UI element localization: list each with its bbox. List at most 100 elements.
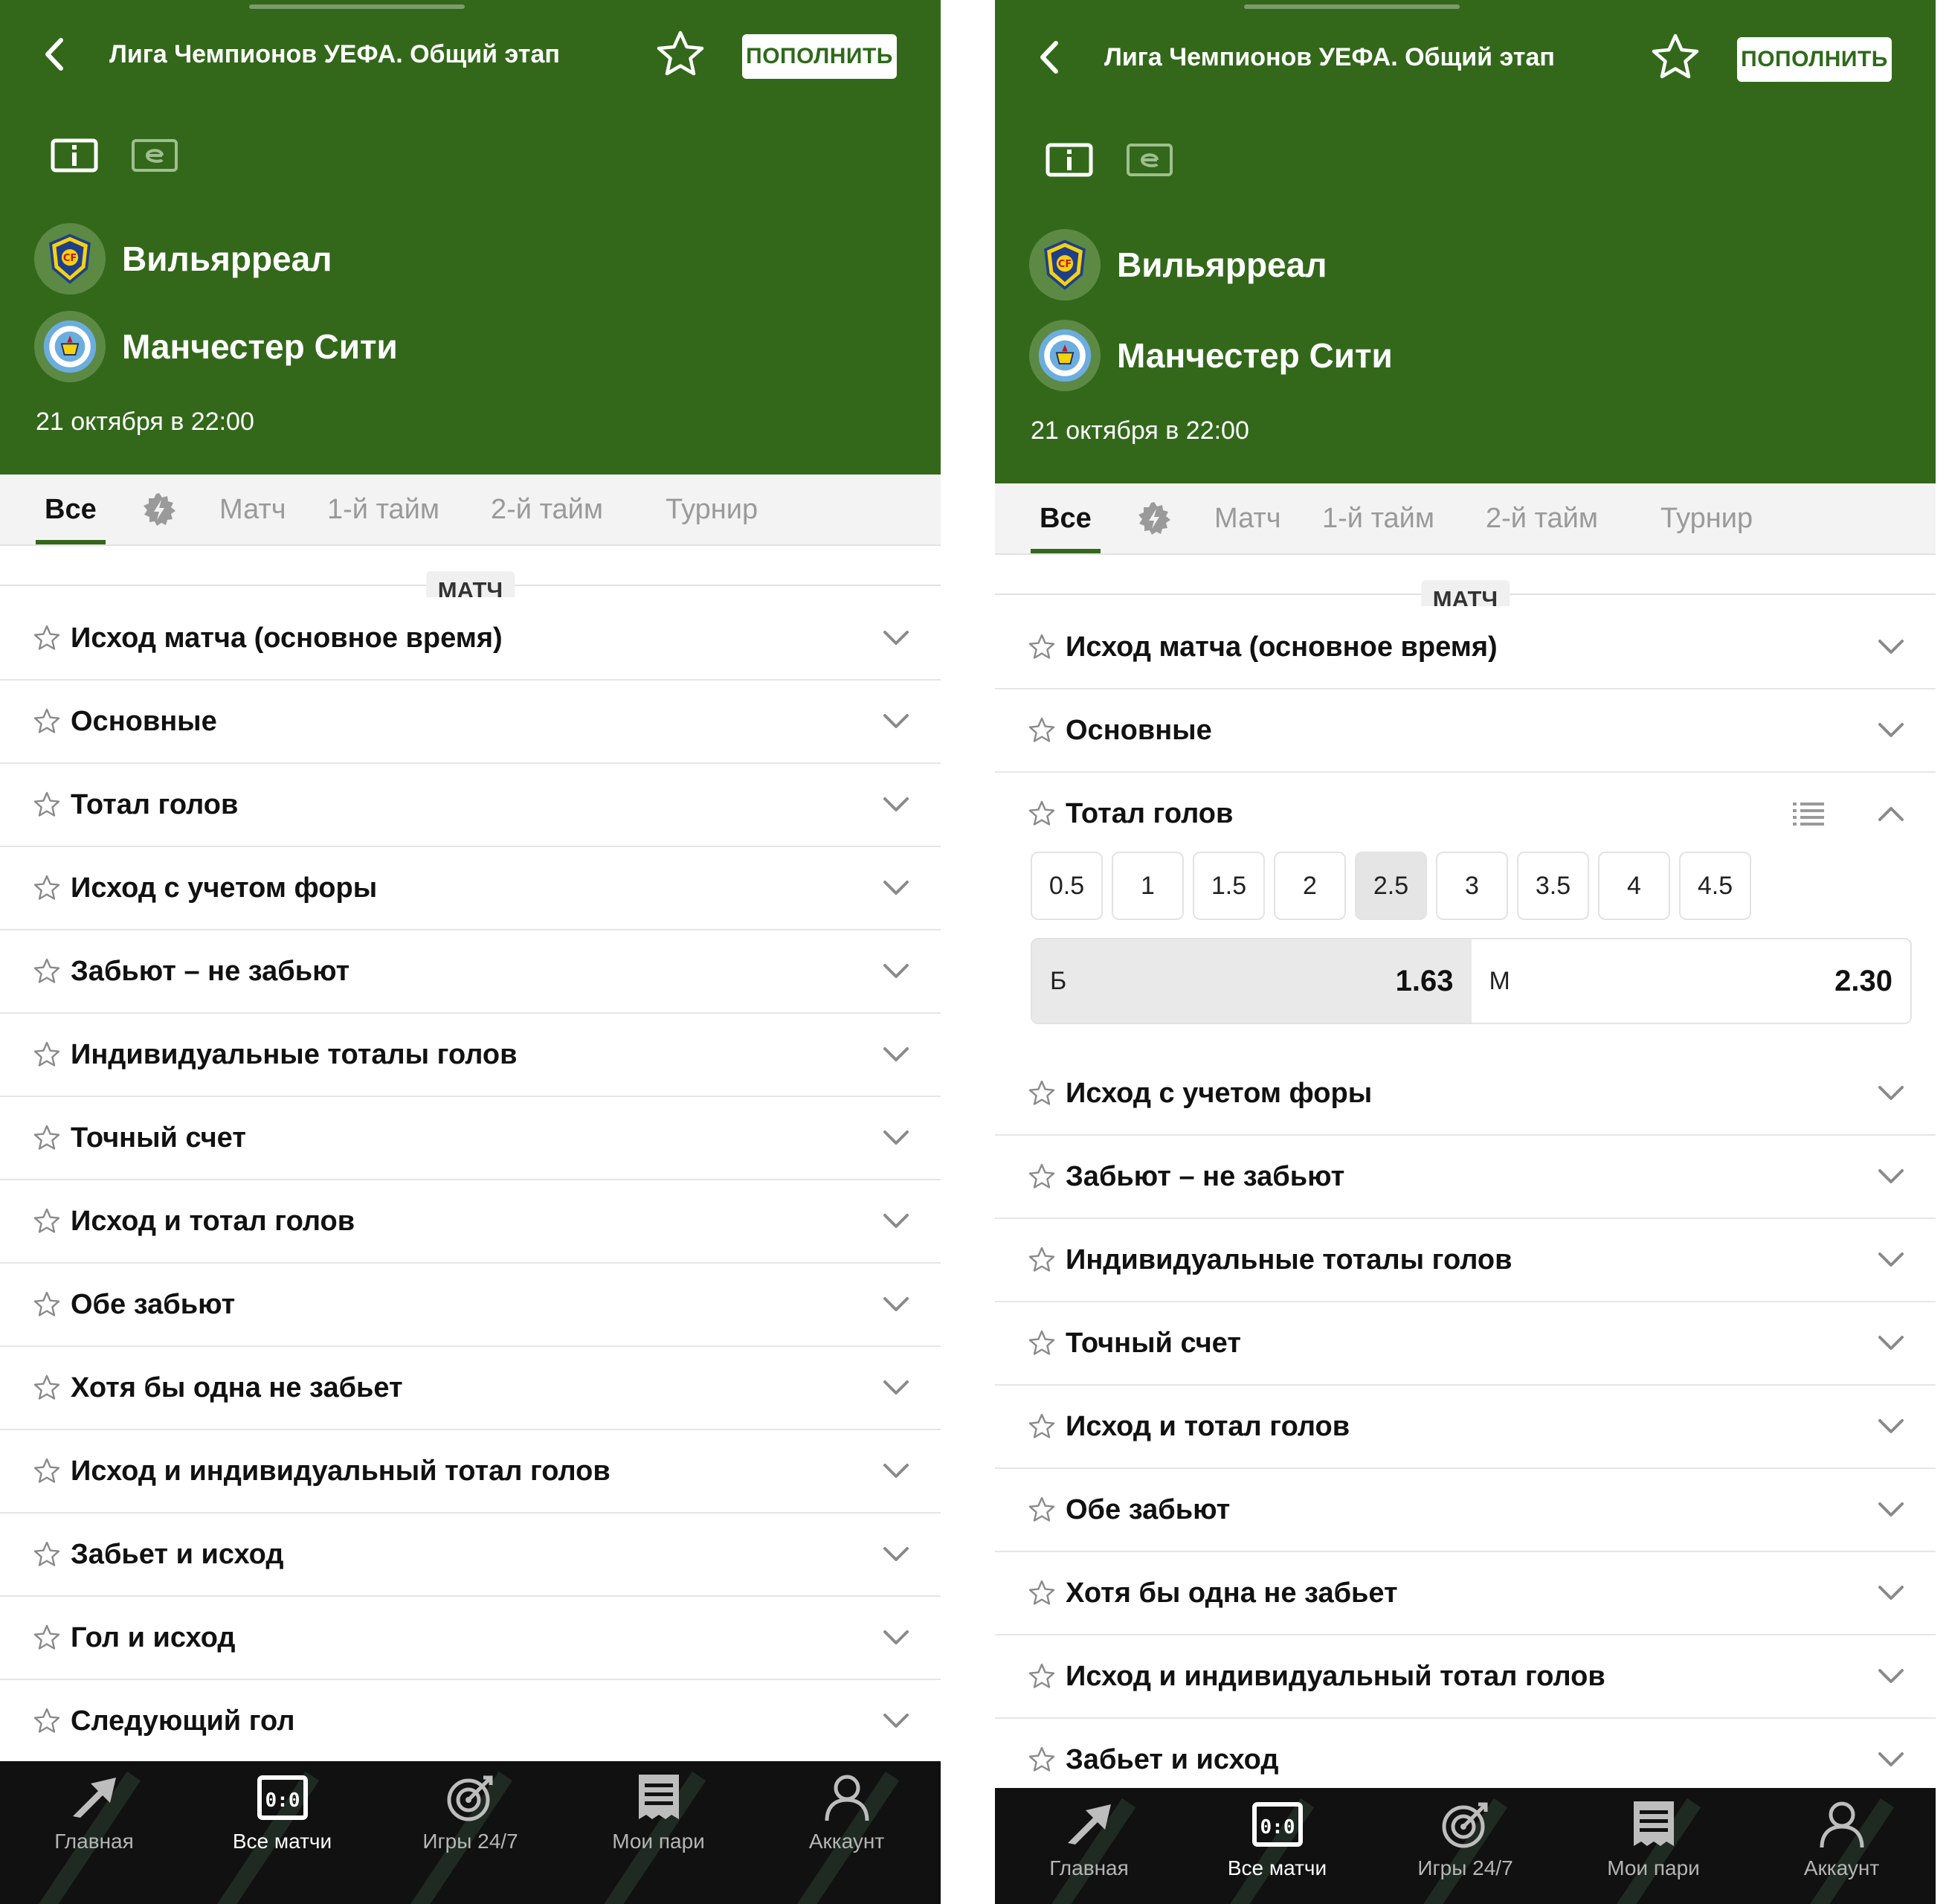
market-row[interactable]: Исход матча (основное время) [995,606,1936,690]
total-line-button[interactable]: 1 [1112,852,1184,920]
market-favorite-star-icon[interactable] [33,1540,61,1569]
market-row[interactable]: Тотал голов [995,773,1936,855]
market-favorite-star-icon[interactable] [1028,1579,1056,1607]
chevron-down-icon[interactable] [881,1711,911,1731]
chevron-down-icon[interactable] [881,1128,911,1148]
market-row[interactable]: Забьет и исход [0,1514,941,1598]
market-favorite-star-icon[interactable] [33,957,61,985]
tab-match[interactable]: Матч [219,475,286,544]
tab-match[interactable]: Матч [1214,483,1281,553]
market-favorite-star-icon[interactable] [1028,1746,1056,1774]
market-favorite-star-icon[interactable] [1028,1662,1056,1691]
nav-my-bets[interactable]: Мои пари [1559,1788,1747,1904]
chevron-up-icon[interactable] [1876,804,1906,823]
market-favorite-star-icon[interactable] [33,1290,61,1319]
nav-home[interactable]: Главная [995,1788,1183,1904]
market-row[interactable]: Индивидуальные тоталы голов [995,1219,1936,1303]
video-icon[interactable] [131,138,178,173]
market-row[interactable]: Тотал голов [0,764,941,848]
tab-first-half[interactable]: 1-й тайм [327,475,439,544]
total-line-button[interactable]: 0.5 [1031,852,1103,920]
market-favorite-star-icon[interactable] [33,1457,61,1485]
back-icon[interactable] [39,36,71,73]
sheet-grabber[interactable] [1244,4,1460,9]
chevron-down-icon[interactable] [1876,1250,1906,1270]
market-row[interactable]: Исход матча (основное время) [0,597,941,681]
sheet-grabber[interactable] [249,4,465,9]
market-row[interactable]: Обе забьют [0,1264,941,1348]
market-favorite-star-icon[interactable] [33,1124,61,1152]
market-favorite-star-icon[interactable] [1028,633,1056,661]
market-row[interactable]: Точный счет [995,1302,1936,1386]
tab-all[interactable]: Все [1031,483,1101,553]
favorite-star-icon[interactable] [1649,31,1701,83]
market-favorite-star-icon[interactable] [1028,1079,1056,1107]
over-odds-button[interactable]: Б 1.63 [1032,939,1472,1023]
chevron-down-icon[interactable] [881,1461,911,1481]
market-row[interactable]: Исход и тотал голов [995,1386,1936,1470]
chevron-down-icon[interactable] [881,628,911,648]
market-row[interactable]: Исход и тотал голов [0,1180,941,1264]
topup-button[interactable]: ПОПОЛНИТЬ [1737,37,1892,82]
nav-all-matches[interactable]: 0:0 Все матчи [1183,1788,1371,1904]
under-odds-button[interactable]: М 2.30 [1472,939,1911,1023]
chevron-down-icon[interactable] [1876,1583,1906,1603]
chevron-down-icon[interactable] [1876,1084,1906,1103]
chevron-down-icon[interactable] [881,1378,911,1398]
chevron-down-icon[interactable] [881,1295,911,1314]
chevron-down-icon[interactable] [881,1628,911,1647]
total-line-button[interactable]: 1.5 [1193,852,1265,920]
chevron-down-icon[interactable] [1876,1417,1906,1436]
favorite-star-icon[interactable] [654,28,706,80]
nav-all-matches[interactable]: 0:0 Все матчи [188,1761,376,1904]
statistics-icon[interactable] [51,138,98,173]
market-row[interactable]: Забьют – не забьют [0,930,941,1014]
market-favorite-star-icon[interactable] [1028,1412,1056,1441]
total-line-button[interactable]: 4 [1598,852,1670,920]
tab-tournament[interactable]: Турнир [666,475,758,544]
chevron-down-icon[interactable] [1876,1167,1906,1186]
nav-home[interactable]: Главная [0,1761,188,1904]
tab-first-half[interactable]: 1-й тайм [1322,483,1434,553]
tab-tournament[interactable]: Турнир [1660,483,1753,553]
market-row[interactable]: Точный счет [0,1097,941,1181]
market-favorite-star-icon[interactable] [33,791,61,819]
total-line-button[interactable]: 2 [1274,852,1346,920]
tab-live-special[interactable] [1136,483,1172,553]
chevron-down-icon[interactable] [881,962,911,981]
market-row[interactable]: Исход с учетом форы [995,1052,1936,1136]
video-icon[interactable] [1126,143,1173,177]
chevron-down-icon[interactable] [1876,1334,1906,1353]
chevron-down-icon[interactable] [881,1545,911,1564]
market-favorite-star-icon[interactable] [33,1707,61,1735]
market-favorite-star-icon[interactable] [33,624,61,652]
tab-live-special[interactable] [141,475,177,544]
tab-second-half[interactable]: 2-й тайм [491,475,603,544]
market-row[interactable]: Гол и исход [0,1597,941,1681]
market-favorite-star-icon[interactable] [1028,800,1056,828]
market-favorite-star-icon[interactable] [33,1624,61,1652]
market-row[interactable]: Исход и индивидуальный тотал голов [995,1636,1936,1720]
market-row[interactable]: Основные [995,689,1936,774]
market-favorite-star-icon[interactable] [33,1374,61,1402]
market-row[interactable]: Индивидуальные тоталы голов [0,1014,941,1098]
chevron-down-icon[interactable] [1876,637,1906,657]
chevron-down-icon[interactable] [1876,721,1906,740]
chevron-down-icon[interactable] [1876,1500,1906,1519]
market-row[interactable]: Следующий гол [0,1680,941,1764]
tab-second-half[interactable]: 2-й тайм [1486,483,1598,553]
chevron-down-icon[interactable] [1876,1750,1906,1769]
market-row[interactable]: Забьют – не забьют [995,1136,1936,1220]
market-favorite-star-icon[interactable] [1028,1246,1056,1274]
statistics-icon[interactable] [1046,143,1093,177]
nav-my-bets[interactable]: Мои пари [564,1761,753,1904]
total-line-button[interactable]: 4.5 [1679,852,1751,920]
market-favorite-star-icon[interactable] [33,1041,61,1069]
market-row[interactable]: Исход с учетом форы [0,847,941,931]
market-favorite-star-icon[interactable] [1028,1162,1056,1191]
topup-button[interactable]: ПОПОЛНИТЬ [742,34,897,79]
tab-all[interactable]: Все [36,475,106,544]
chevron-down-icon[interactable] [881,712,911,731]
market-row[interactable]: Исход и индивидуальный тотал голов [0,1430,941,1514]
market-favorite-star-icon[interactable] [33,1207,61,1235]
